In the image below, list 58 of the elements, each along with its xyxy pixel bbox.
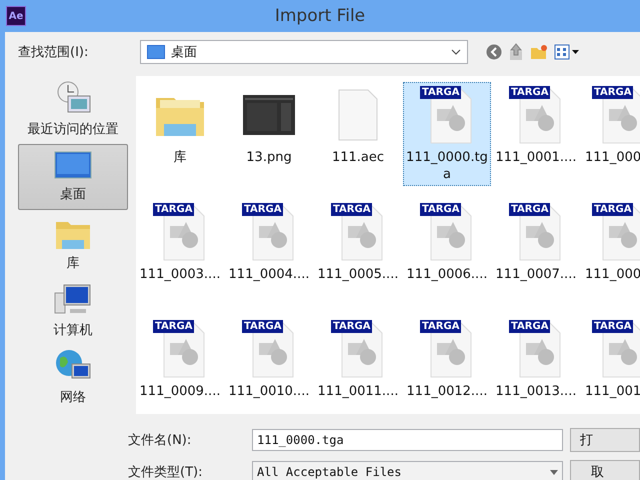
sidebar-item[interactable]: 计算机 bbox=[18, 280, 128, 342]
app-logo: Ae bbox=[6, 6, 26, 26]
look-in-dropdown[interactable]: 桌面 bbox=[140, 40, 468, 64]
cancel-button[interactable]: 取 bbox=[570, 460, 640, 480]
targa-badge: TARGA bbox=[153, 320, 194, 333]
file-item[interactable]: TARGA 111_0000.tga bbox=[403, 82, 491, 186]
file-item[interactable]: 111.aec bbox=[314, 82, 402, 169]
targa-badge: TARGA bbox=[153, 203, 194, 216]
new-folder-icon[interactable] bbox=[530, 44, 548, 60]
back-icon[interactable] bbox=[486, 44, 502, 60]
sidebar-item[interactable]: 库 bbox=[18, 214, 128, 276]
targa-badge: TARGA bbox=[331, 203, 372, 216]
file-item[interactable]: TARGA 111_001 bbox=[581, 316, 640, 403]
desktop-icon bbox=[54, 151, 92, 181]
targa-badge: TARGA bbox=[420, 86, 462, 99]
targa-badge: TARGA bbox=[592, 203, 634, 216]
chevron-down-icon bbox=[451, 49, 461, 55]
targa-badge: TARGA bbox=[509, 86, 550, 99]
file-type-dropdown[interactable]: All Acceptable Files bbox=[252, 461, 563, 480]
chevron-down-icon bbox=[550, 470, 558, 474]
file-item[interactable]: 13.png bbox=[225, 82, 313, 169]
look-in-label: 查找范围(I): bbox=[18, 44, 90, 61]
targa-badge: TARGA bbox=[242, 320, 284, 333]
sidebar-item[interactable]: 网络 bbox=[18, 346, 128, 408]
targa-badge: TARGA bbox=[420, 203, 462, 216]
file-item[interactable]: TARGA 111_0009.... bbox=[136, 316, 224, 403]
file-item[interactable]: 库 bbox=[136, 82, 224, 169]
sidebar-item[interactable]: 桌面 bbox=[18, 144, 128, 210]
file-item[interactable]: TARGA 111_000 bbox=[581, 199, 640, 286]
file-name-field[interactable]: 111_0000.tga bbox=[252, 429, 563, 451]
file-item[interactable]: TARGA 111_0001.... bbox=[492, 82, 580, 169]
sidebar-item[interactable]: 最近访问的位置 bbox=[18, 78, 128, 140]
file-item[interactable]: TARGA 111_000 bbox=[581, 82, 640, 169]
file-item[interactable]: TARGA 111_0012.... bbox=[403, 316, 491, 403]
file-item[interactable]: TARGA 111_0006.... bbox=[403, 199, 491, 286]
file-item[interactable]: TARGA 111_0013.... bbox=[492, 316, 580, 403]
targa-badge: TARGA bbox=[242, 203, 284, 216]
targa-badge: TARGA bbox=[592, 320, 634, 333]
blank-file-icon bbox=[338, 89, 378, 141]
desktop-icon bbox=[147, 45, 165, 59]
file-name-label: 文件名(N): bbox=[128, 432, 192, 449]
targa-badge: TARGA bbox=[509, 320, 550, 333]
view-menu-icon[interactable] bbox=[554, 44, 580, 60]
file-item[interactable]: TARGA 111_0007.... bbox=[492, 199, 580, 286]
image-thumbnail-icon bbox=[243, 95, 295, 135]
file-type-label: 文件类型(T): bbox=[128, 464, 204, 480]
file-item[interactable]: TARGA 111_0011.... bbox=[314, 316, 402, 403]
file-item[interactable]: TARGA 111_0003.... bbox=[136, 199, 224, 286]
targa-badge: TARGA bbox=[592, 86, 634, 99]
up-folder-icon[interactable] bbox=[508, 43, 524, 61]
open-button[interactable]: 打 bbox=[570, 428, 640, 452]
targa-badge: TARGA bbox=[331, 320, 372, 333]
targa-badge: TARGA bbox=[509, 203, 550, 216]
window-title: Import File bbox=[274, 6, 366, 26]
file-item[interactable]: TARGA 111_0010.... bbox=[225, 316, 313, 403]
targa-badge: TARGA bbox=[420, 320, 462, 333]
file-item[interactable]: TARGA 111_0004.... bbox=[225, 199, 313, 286]
file-item[interactable]: TARGA 111_0005.... bbox=[314, 199, 402, 286]
